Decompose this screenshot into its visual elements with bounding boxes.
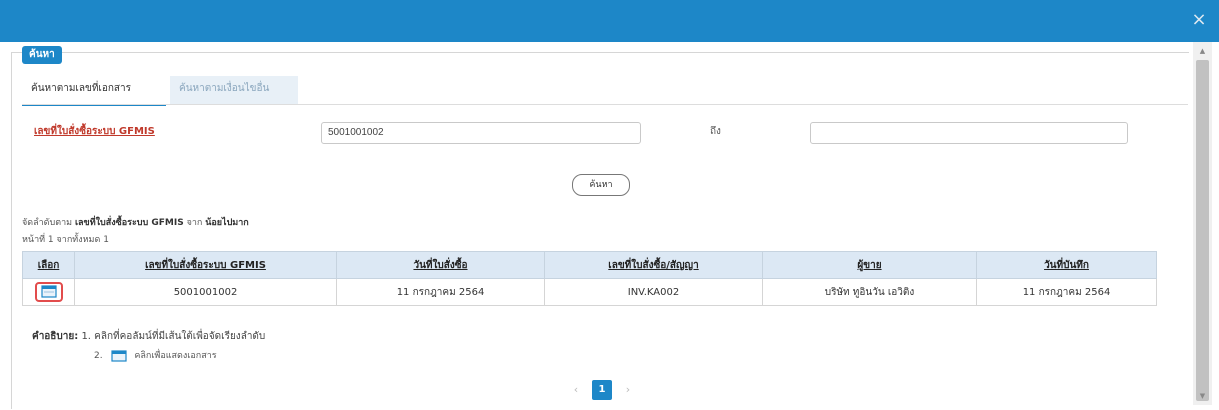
- page-info: หน้าที่ 1 จากทั้งหมด 1: [22, 235, 109, 245]
- tab-divider: [22, 104, 1188, 105]
- modal-title-bar: ×: [0, 0, 1219, 42]
- scroll-down-arrow-icon[interactable]: ▼: [1193, 389, 1212, 403]
- scroll-up-arrow-icon[interactable]: ▲: [1193, 44, 1212, 58]
- vendor-cell: บริษัท ทูอินวัน เอวิติง: [762, 278, 977, 306]
- col-header-vendor[interactable]: ผู้ขาย: [762, 251, 977, 279]
- table-row: 5001001002 11 กรกฎาคม 2564 INV.KA002 บริ…: [22, 278, 1157, 306]
- close-icon[interactable]: ×: [1189, 10, 1209, 30]
- pagination-next[interactable]: ›: [620, 380, 636, 400]
- pagination-prev[interactable]: ‹: [568, 380, 584, 400]
- pagination-page-1[interactable]: 1: [592, 380, 612, 400]
- sort-prefix: จัดลำดับตาม: [22, 218, 73, 228]
- sort-info: จัดลำดับตาม เลขที่ใบสั่งซื้อระบบ GFMIS จ…: [22, 215, 249, 229]
- col-header-record-date[interactable]: วันที่บันทึก: [976, 251, 1157, 279]
- tab-search-by-document-number[interactable]: ค้นหาตามเลขที่เอกสาร: [22, 76, 166, 106]
- vertical-scrollbar[interactable]: ▲ ▼: [1193, 42, 1212, 405]
- description-text-2: คลิกเพื่อแสดงเอกสาร: [134, 351, 217, 361]
- sort-field: เลขที่ใบสั่งซื้อระบบ GFMIS: [74, 218, 184, 228]
- col-header-po-number[interactable]: เลขที่ใบสั่งซื้อระบบ GFMIS: [74, 251, 337, 279]
- po-number-cell: 5001001002: [74, 278, 337, 306]
- sort-mid: จาก: [186, 218, 203, 228]
- po-date-cell: 11 กรกฎาคม 2564: [336, 278, 545, 306]
- tab-search-by-other-criteria[interactable]: ค้นหาตามเงื่อนไขอื่น: [170, 76, 298, 104]
- scrollbar-thumb[interactable]: [1196, 60, 1209, 401]
- po-number-field-label: เลขที่ใบสั่งซื้อระบบ GFMIS: [34, 126, 155, 137]
- document-icon[interactable]: [34, 282, 63, 302]
- document-icon: [111, 349, 128, 362]
- col-header-po-date[interactable]: วันที่ใบสั่งซื้อ: [336, 251, 545, 279]
- search-legend: ค้นหา: [22, 46, 62, 64]
- col-header-select: เลือก: [22, 251, 75, 279]
- table-header-row: เลือก เลขที่ใบสั่งซื้อระบบ GFMIS วันที่ใ…: [22, 251, 1157, 279]
- col-header-contract-number[interactable]: เลขที่ใบสั่งซื้อ/สัญญา: [544, 251, 763, 279]
- select-cell: [22, 278, 75, 306]
- search-button[interactable]: ค้นหา: [572, 174, 630, 196]
- description-line-1: คำอธิบาย: 1. คลิกที่คอลัมน์ที่มีเส้นใต้เ…: [32, 329, 265, 344]
- po-number-from-input[interactable]: [321, 122, 641, 144]
- description-label: คำอธิบาย:: [32, 331, 79, 342]
- to-label: ถึง: [710, 126, 721, 137]
- contract-number-cell: INV.KA002: [544, 278, 763, 306]
- description-number-2: 2.: [94, 351, 103, 361]
- sort-order: น้อยไปมาก: [205, 218, 249, 228]
- record-date-cell: 11 กรกฎาคม 2564: [976, 278, 1157, 306]
- results-table: เลือก เลขที่ใบสั่งซื้อระบบ GFMIS วันที่ใ…: [22, 251, 1157, 306]
- description-text-1: 1. คลิกที่คอลัมน์ที่มีเส้นใต้เพื่อจัดเรี…: [81, 331, 266, 342]
- po-number-to-input[interactable]: [810, 122, 1128, 144]
- description-line-2: 2. คลิกเพื่อแสดงเอกสาร: [94, 348, 217, 362]
